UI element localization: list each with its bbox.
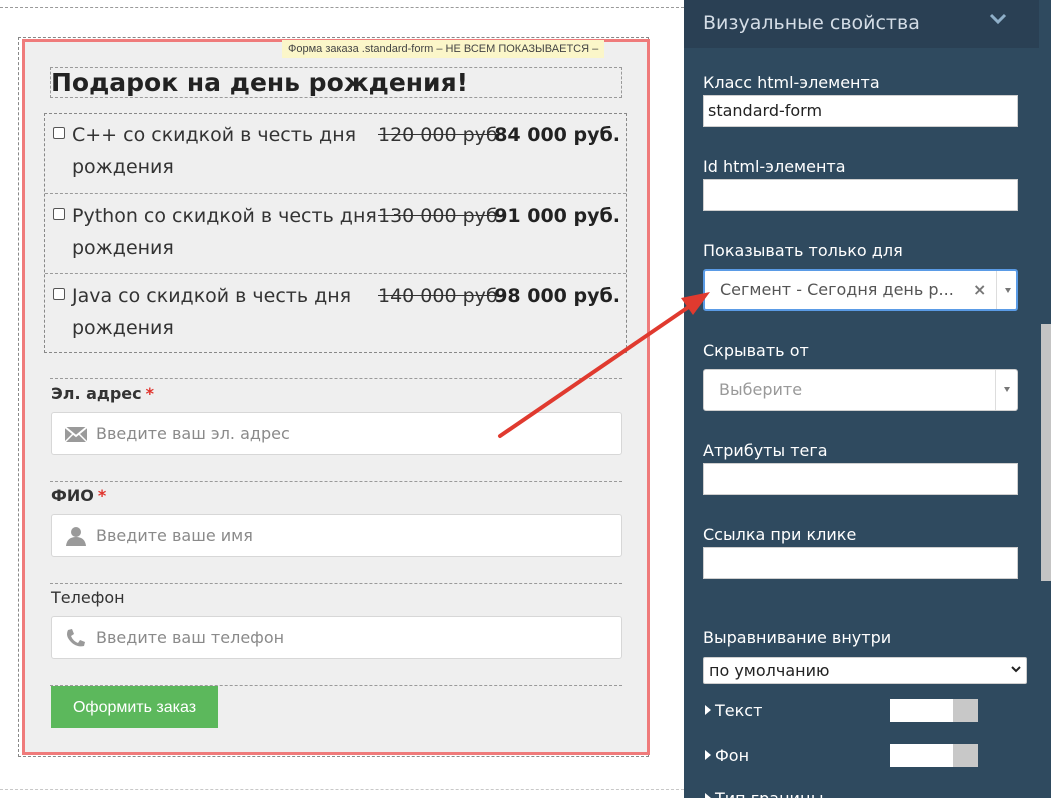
triangle-right-icon (705, 792, 711, 798)
border-section-toggle[interactable]: Тип границы (705, 789, 823, 798)
caret-down-icon[interactable] (1005, 288, 1011, 293)
hide-from-placeholder: Выберите (719, 380, 803, 399)
offer-old-price: 140 000 руб. (378, 285, 504, 307)
border-section-label: Тип границы (715, 789, 823, 798)
clear-icon[interactable]: × (973, 271, 986, 309)
text-color-swatch[interactable] (890, 699, 978, 722)
class-input[interactable]: standard-form (703, 95, 1018, 127)
text-section-label: Текст (715, 701, 763, 720)
swatch-knob (953, 699, 978, 722)
bg-section-toggle[interactable]: Фон (705, 746, 749, 765)
submit-order-button[interactable]: Оформить заказ (51, 686, 218, 728)
click-link-label: Ссылка при клике (703, 525, 857, 544)
offer-new-price: 91 000 руб. (494, 205, 620, 227)
chevron-down-icon[interactable] (989, 12, 1007, 26)
id-input[interactable] (703, 179, 1018, 211)
panel-header[interactable]: Визуальные свойства (684, 0, 1039, 48)
caret-down-icon[interactable] (1004, 387, 1010, 392)
phone-icon (67, 629, 85, 647)
phone-placeholder: Введите ваш телефон (96, 628, 285, 647)
name-label: ФИО * (51, 486, 107, 505)
email-label: Эл. адрес * (51, 384, 154, 403)
offer-item: Python со скидкой в честь дня рождения 1… (45, 193, 626, 273)
name-field[interactable]: Введите ваше имя (51, 514, 622, 557)
envelope-icon (64, 426, 88, 443)
offer-old-price: 120 000 руб. (378, 124, 504, 146)
field-divider (50, 583, 622, 584)
offer-name: Java со скидкой в честь дня рождения (72, 285, 352, 339)
triangle-right-icon (705, 704, 711, 715)
class-label: Класс html-элемента (703, 73, 880, 92)
offer-item: Java со скидкой в честь дня рождения 140… (45, 273, 626, 353)
divider (0, 7, 684, 8)
show-only-select[interactable]: Сегмент - Сегодня день р... × (703, 269, 1018, 311)
offer-old-price: 130 000 руб. (378, 205, 504, 227)
phone-label: Телефон (51, 588, 125, 607)
hide-from-label: Скрывать от (703, 341, 809, 360)
show-only-value: Сегмент - Сегодня день р... (720, 280, 954, 299)
align-label: Выравнивание внутри (703, 628, 892, 647)
user-icon (66, 527, 86, 546)
offer-new-price: 84 000 руб. (494, 124, 620, 146)
offer-new-price: 98 000 руб. (494, 285, 620, 307)
divider (0, 789, 684, 790)
chevron-down-icon (1011, 666, 1021, 673)
align-value: по умолчанию (709, 661, 830, 680)
required-mark: * (97, 486, 107, 505)
bg-color-swatch[interactable] (890, 744, 978, 767)
field-divider (50, 481, 622, 482)
bg-section-label: Фон (715, 746, 750, 765)
offer-checkbox[interactable] (53, 127, 65, 139)
select-separator (996, 271, 997, 309)
offer-checkbox[interactable] (53, 288, 65, 300)
tag-attrs-input[interactable] (703, 463, 1018, 495)
field-divider (50, 378, 622, 379)
form-title: Подарок на день рождения! (51, 68, 469, 97)
email-placeholder: Введите ваш эл. адрес (96, 424, 290, 443)
panel-scrollbar[interactable] (1041, 324, 1051, 581)
show-only-label: Показывать только для (703, 241, 903, 260)
tag-attrs-label: Атрибуты тега (703, 441, 828, 460)
triangle-right-icon (705, 749, 711, 760)
click-link-input[interactable] (703, 547, 1018, 579)
required-mark: * (145, 384, 154, 403)
offer-item: C++ со скидкой в честь дня рождения 120 … (45, 113, 626, 193)
align-select[interactable]: по умолчанию (703, 657, 1027, 684)
phone-field[interactable]: Введите ваш телефон (51, 616, 622, 659)
offer-name: C++ со скидкой в честь дня рождения (72, 124, 357, 178)
offer-name: Python со скидкой в честь дня рождения (72, 205, 377, 259)
form-tag-badge: Форма заказа .standard-form – НЕ ВСЕМ ПО… (282, 40, 605, 58)
offer-checkbox[interactable] (53, 208, 65, 220)
id-label: Id html-элемента (703, 157, 846, 176)
email-field[interactable]: Введите ваш эл. адрес (51, 412, 622, 455)
select-separator (995, 370, 996, 410)
swatch-knob (953, 744, 978, 767)
panel-title: Визуальные свойства (703, 12, 920, 34)
name-placeholder: Введите ваше имя (96, 526, 253, 545)
text-section-toggle[interactable]: Текст (705, 701, 762, 720)
hide-from-select[interactable]: Выберите (703, 369, 1018, 411)
